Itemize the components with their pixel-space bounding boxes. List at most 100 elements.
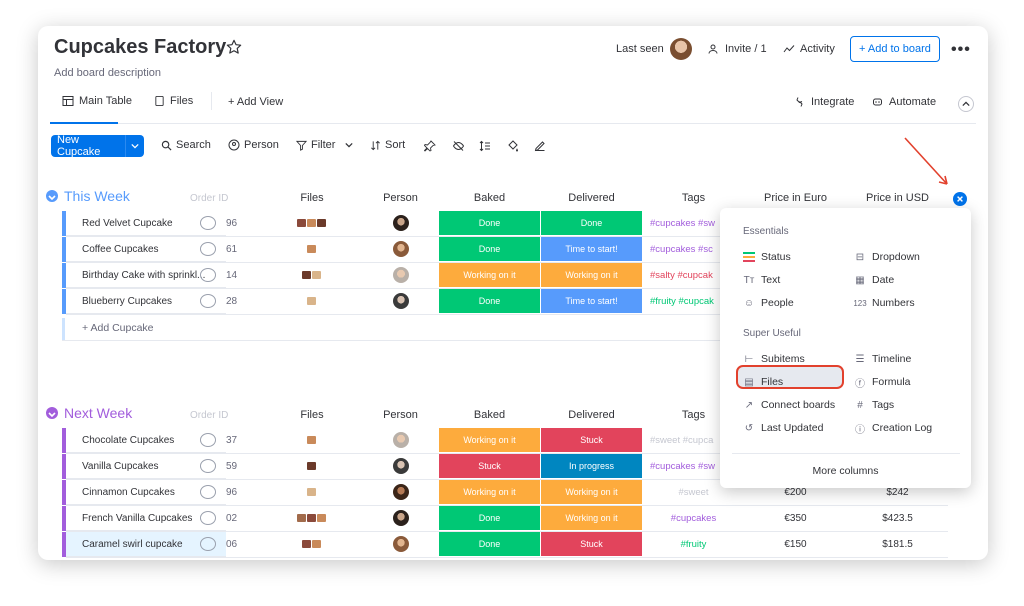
integrate-button[interactable]: Integrate [794,96,854,108]
files-cell[interactable] [286,488,338,496]
add-item-input[interactable]: + Add Cupcake [82,322,154,334]
more-columns-link[interactable]: More columns [720,465,971,477]
group-collapse-icon[interactable] [46,190,58,202]
file-thumbnail[interactable] [297,219,306,227]
tab-main-table[interactable]: Main Table [62,95,132,107]
files-cell[interactable] [286,514,338,522]
column-header-delivered[interactable]: Delivered [541,409,642,421]
status-delivered[interactable]: Stuck [541,428,642,452]
column-option-status[interactable]: Status [743,251,791,263]
comment-bubble-icon[interactable] [200,268,216,282]
column-option-tags[interactable]: # Tags [854,399,894,411]
file-thumbnail[interactable] [307,436,316,444]
person-avatar[interactable] [393,293,409,309]
file-thumbnail[interactable] [297,514,306,522]
board-title[interactable]: Cupcakes Factory [54,36,226,59]
column-option-date[interactable]: ▦ Date [854,274,894,286]
comment-bubble-icon[interactable] [200,537,216,551]
file-thumbnail[interactable] [317,514,326,522]
person-avatar[interactable] [393,510,409,526]
status-baked[interactable]: Done [439,237,540,261]
column-option-people[interactable]: ☺ People [743,297,794,309]
file-thumbnail[interactable] [302,540,311,548]
table-row[interactable]: Caramel swirl cupcake 06 Done Stuck #fruity €… [38,532,988,558]
status-baked[interactable]: Done [439,211,540,235]
file-thumbnail[interactable] [307,514,316,522]
files-cell[interactable] [286,271,338,279]
column-option-creation-log[interactable]: ⓘ Creation Log [854,422,932,436]
board-description[interactable]: Add board description [54,67,161,79]
person-avatar[interactable] [393,536,409,552]
column-option-files[interactable]: ▤ Files [743,376,783,388]
filter-button[interactable]: Filter [296,139,354,151]
column-header-tags[interactable]: Tags [643,192,744,204]
column-header-files[interactable]: Files [286,409,338,421]
column-header-order-id[interactable]: Order ID [190,403,228,428]
comment-bubble-icon[interactable] [200,294,216,308]
column-header-price-euro[interactable]: Price in Euro [745,192,846,204]
comment-bubble-icon[interactable] [200,216,216,230]
person-avatar[interactable] [393,215,409,231]
status-delivered[interactable]: Time to start! [541,289,642,313]
close-column-picker-button[interactable] [953,192,967,206]
status-baked[interactable]: Working on it [439,480,540,504]
price-euro[interactable]: €150 [745,532,846,556]
activity-button[interactable]: Activity [783,43,835,55]
column-header-files[interactable]: Files [286,192,338,204]
avatar[interactable] [670,38,692,60]
column-option-timeline[interactable]: ☰ Timeline [854,353,912,365]
file-thumbnail[interactable] [307,488,316,496]
add-view-button[interactable]: + Add View [228,96,283,108]
file-thumbnail[interactable] [307,219,316,227]
status-delivered[interactable]: Time to start! [541,237,642,261]
comment-bubble-icon[interactable] [200,485,216,499]
status-delivered[interactable]: Working on it [541,506,642,530]
files-cell[interactable] [286,436,338,444]
file-thumbnail[interactable] [317,219,326,227]
person-avatar[interactable] [393,432,409,448]
comment-bubble-icon[interactable] [200,459,216,473]
status-baked[interactable]: Working on it [439,263,540,287]
file-thumbnail[interactable] [312,540,321,548]
status-baked[interactable]: Done [439,532,540,556]
new-item-button[interactable]: New Cupcake [51,134,144,158]
status-delivered[interactable]: Stuck [541,532,642,556]
pen-icon[interactable] [534,139,546,157]
files-cell[interactable] [286,245,338,253]
file-thumbnail[interactable] [307,462,316,470]
person-avatar[interactable] [393,267,409,283]
file-thumbnail[interactable] [302,271,311,279]
status-delivered[interactable]: In progress [541,454,642,478]
add-to-board-button[interactable]: + Add to board [850,36,940,62]
column-header-baked[interactable]: Baked [439,192,540,204]
status-delivered[interactable]: Working on it [541,263,642,287]
table-row[interactable]: French Vanilla Cupcakes 02 Done Working on … [38,506,988,532]
price-usd[interactable]: $181.5 [847,532,948,556]
status-baked[interactable]: Done [439,289,540,313]
column-header-delivered[interactable]: Delivered [541,192,642,204]
comment-bubble-icon[interactable] [200,433,216,447]
column-header-person[interactable]: Person [363,409,438,421]
file-thumbnail[interactable] [307,297,316,305]
files-cell[interactable] [286,297,338,305]
tags-cell[interactable]: #fruity [643,532,744,556]
tags-cell[interactable]: #cupcakes [643,506,744,530]
status-baked[interactable]: Done [439,506,540,530]
group-collapse-icon[interactable] [46,407,58,419]
group-title-this-week[interactable]: This Week [64,188,130,204]
status-delivered[interactable]: Working on it [541,480,642,504]
column-option-text[interactable]: Tт Text [743,274,781,286]
group-title-next-week[interactable]: Next Week [64,405,132,421]
column-option-last-updated[interactable]: ↺ Last Updated [743,422,824,434]
column-option-subitems[interactable]: ⊢ Subitems [743,353,805,365]
paint-bucket-icon[interactable] [507,139,519,157]
column-header-baked[interactable]: Baked [439,409,540,421]
chevron-down-icon[interactable] [125,135,144,157]
status-baked[interactable]: Stuck [439,454,540,478]
sort-button[interactable]: Sort [370,139,405,151]
column-header-person[interactable]: Person [363,192,438,204]
collapse-header-button[interactable] [958,96,974,112]
person-avatar[interactable] [393,484,409,500]
tab-files[interactable]: Files [154,95,193,107]
search-button[interactable]: Search [161,139,211,151]
